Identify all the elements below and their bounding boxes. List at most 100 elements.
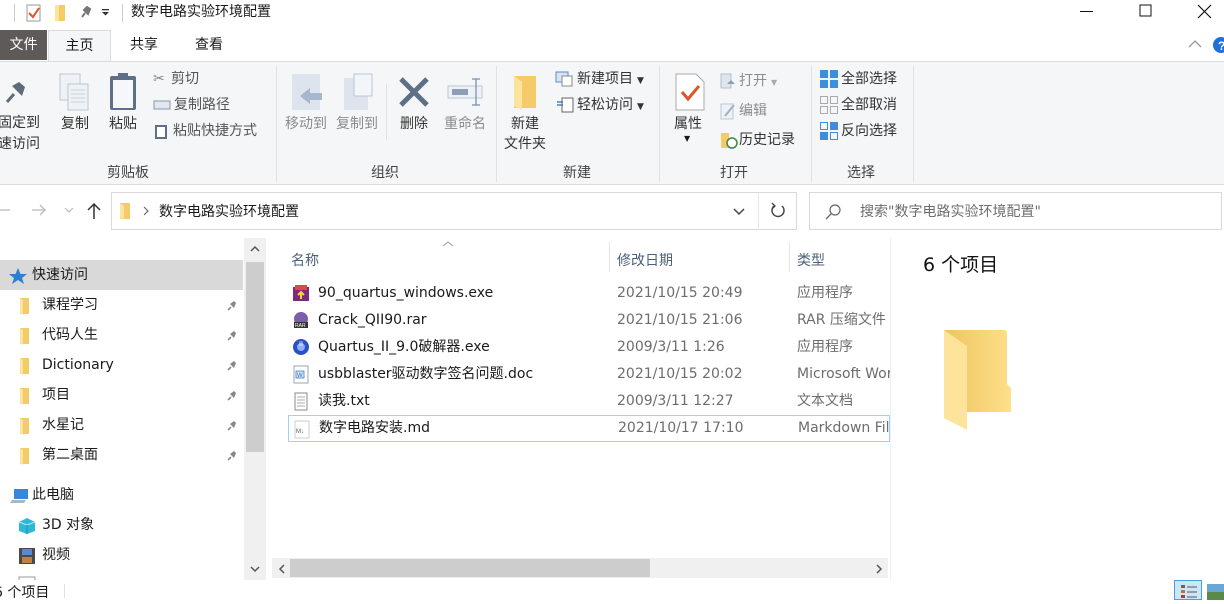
move-to-button[interactable]: 移动到 bbox=[280, 66, 332, 146]
details-view-button[interactable] bbox=[1174, 580, 1202, 600]
column-header-date[interactable]: 修改日期 bbox=[617, 246, 673, 276]
properties-quick-icon[interactable] bbox=[26, 4, 42, 22]
help-icon[interactable]: ? bbox=[1212, 36, 1224, 54]
paste-label: 粘贴 bbox=[109, 116, 137, 132]
scrollbar-thumb[interactable] bbox=[290, 559, 650, 577]
breadcrumb-chevron-icon[interactable] bbox=[142, 206, 150, 216]
copy-path-button[interactable]: 复制路径 bbox=[153, 94, 230, 116]
address-dropdown-icon[interactable] bbox=[732, 207, 746, 217]
edit-button[interactable]: 编辑 bbox=[719, 100, 767, 122]
up-arrow-icon[interactable] bbox=[86, 201, 102, 221]
scroll-right-icon[interactable] bbox=[874, 563, 884, 575]
paste-shortcut-label: 粘贴快捷方式 bbox=[173, 123, 257, 139]
pinned-icon[interactable] bbox=[226, 389, 239, 402]
tab-view[interactable]: 查看 bbox=[180, 30, 238, 60]
paste-shortcut-icon bbox=[155, 125, 167, 139]
copy-icon bbox=[59, 73, 89, 111]
breadcrumb-current[interactable]: 数字电路实验环境配置 bbox=[159, 201, 299, 221]
folder-icon bbox=[20, 418, 29, 435]
cut-button[interactable]: ✂ 剪切 bbox=[153, 68, 199, 90]
sidebar-item-pinned[interactable]: 水星记 bbox=[0, 410, 243, 440]
delete-button[interactable]: 删除 bbox=[392, 66, 436, 146]
address-bar[interactable]: 数字电路实验环境配置 bbox=[111, 192, 759, 230]
ribbon-tabs: 文件 主页 共享 查看 ? bbox=[0, 30, 1224, 62]
scrollbar-thumb[interactable] bbox=[246, 262, 264, 452]
file-row[interactable]: 90_quartus_windows.exe 2021/10/15 20:49 应用… bbox=[288, 280, 890, 307]
new-item-button[interactable]: 新建项目 ▼ bbox=[555, 68, 644, 90]
sidebar-item-pinned[interactable]: 项目 bbox=[0, 380, 243, 410]
large-icons-view-button[interactable] bbox=[1206, 583, 1224, 600]
search-box[interactable]: 搜索"数字电路实验环境配置" bbox=[809, 192, 1222, 230]
new-folder-button[interactable]: 新建 文件夹 bbox=[500, 66, 552, 156]
tab-home[interactable]: 主页 bbox=[48, 30, 111, 62]
file-row[interactable]: M↓ 数字电路安装.md 2021/10/17 17:10 Markdown File bbox=[288, 415, 891, 442]
pinned-icon[interactable] bbox=[226, 449, 239, 462]
paste-shortcut-button[interactable]: 粘贴快捷方式 bbox=[153, 120, 257, 142]
select-all-button[interactable]: 全部选择 bbox=[819, 68, 897, 90]
file-date: 2021/10/17 17:10 bbox=[618, 420, 744, 436]
sidebar-item-partial[interactable] bbox=[0, 570, 243, 580]
rename-button[interactable]: 重命名 bbox=[440, 66, 490, 146]
search-input[interactable]: 搜索"数字电路实验环境配置" bbox=[860, 201, 1041, 221]
open-button[interactable]: 打开 ▼ bbox=[719, 70, 777, 92]
navigation-bar: 数字电路实验环境配置 搜索"数字电路实验环境配置" bbox=[0, 186, 1224, 236]
sidebar-item-pinned[interactable]: 课程学习 bbox=[0, 290, 243, 320]
details-pane: 6 个项目 bbox=[890, 238, 1224, 580]
sidebar-item-quick-access[interactable]: 快速访问 bbox=[0, 260, 243, 290]
easy-access-button[interactable]: 轻松访问 ▼ bbox=[555, 94, 644, 116]
properties-button[interactable]: 属性 ▼ bbox=[664, 66, 714, 156]
divider bbox=[122, 4, 123, 22]
copy-to-icon bbox=[344, 73, 373, 110]
pin-to-quick-access-button[interactable]: 固定到 速访问 bbox=[0, 66, 52, 156]
pinned-icon[interactable] bbox=[226, 299, 239, 312]
delete-x-icon bbox=[399, 77, 429, 107]
scroll-up-icon[interactable] bbox=[249, 244, 261, 254]
sidebar-item-pinned[interactable]: Dictionary bbox=[0, 350, 243, 380]
pinned-icon[interactable] bbox=[226, 359, 239, 372]
column-divider[interactable] bbox=[609, 242, 610, 272]
select-none-button[interactable]: 全部取消 bbox=[819, 94, 897, 116]
file-type: 应用程序 bbox=[797, 339, 853, 355]
invert-selection-button[interactable]: 反向选择 bbox=[819, 120, 897, 142]
pinned-icon[interactable] bbox=[226, 329, 239, 342]
close-icon[interactable] bbox=[1196, 3, 1214, 21]
file-row[interactable]: 读我.txt 2009/3/11 12:27 文本文档 bbox=[288, 388, 890, 415]
tab-share[interactable]: 共享 bbox=[114, 30, 174, 60]
paste-button[interactable]: 粘贴 bbox=[101, 66, 145, 136]
collapse-ribbon-icon[interactable] bbox=[1188, 39, 1202, 49]
tab-file[interactable]: 文件 bbox=[0, 30, 47, 60]
sidebar-item-videos[interactable]: 视频 bbox=[0, 540, 243, 570]
new-folder-quick-icon[interactable] bbox=[53, 4, 67, 22]
copy-button[interactable]: 复制 bbox=[53, 66, 95, 136]
pinned-icon[interactable] bbox=[226, 419, 239, 432]
column-header-name[interactable]: 名称 bbox=[291, 246, 319, 276]
sidebar-item-3d-objects[interactable]: 3D 对象 bbox=[0, 510, 243, 540]
file-row[interactable]: Wusbblaster驱动数字签名问题.doc 2021/10/15 20:02 M… bbox=[288, 361, 890, 388]
recent-locations-icon[interactable] bbox=[63, 206, 75, 214]
edit-icon bbox=[720, 103, 735, 120]
maximize-icon[interactable] bbox=[1138, 4, 1154, 20]
file-row[interactable]: II Quartus_II_9.0破解器.exe 2009/3/11 1:26 应用程… bbox=[288, 334, 890, 361]
customize-toolbar-icon[interactable] bbox=[102, 9, 110, 17]
minimize-icon[interactable] bbox=[1077, 6, 1097, 18]
sidebar-item-pinned[interactable]: 第二桌面 bbox=[0, 440, 243, 470]
scroll-left-icon[interactable] bbox=[277, 563, 287, 575]
column-header-type[interactable]: 类型 bbox=[797, 246, 825, 276]
file-row[interactable]: RAR Crack_QII90.rar 2021/10/15 21:06 RAR 压缩… bbox=[288, 307, 890, 334]
copy-to-button[interactable]: 复制到 bbox=[332, 66, 382, 146]
select-all-label: 全部选择 bbox=[841, 71, 897, 87]
sidebar-item-pinned[interactable]: 代码人生 bbox=[0, 320, 243, 350]
clipboard-group-label: 剪贴板 bbox=[107, 165, 149, 181]
back-icon[interactable] bbox=[0, 204, 12, 216]
scroll-down-icon[interactable] bbox=[249, 564, 261, 574]
pin-quick-icon[interactable] bbox=[79, 5, 93, 19]
history-button[interactable]: 历史记录 bbox=[719, 129, 795, 151]
sidebar-vertical-scrollbar[interactable] bbox=[244, 238, 266, 580]
column-divider[interactable] bbox=[789, 242, 790, 272]
status-item-count: 6 个项目 bbox=[0, 585, 50, 601]
forward-icon[interactable] bbox=[30, 203, 48, 217]
sidebar-item-this-pc[interactable]: 此电脑 bbox=[0, 480, 243, 510]
horizontal-scrollbar[interactable] bbox=[272, 558, 888, 578]
divider bbox=[386, 84, 387, 140]
refresh-button[interactable] bbox=[758, 192, 797, 230]
